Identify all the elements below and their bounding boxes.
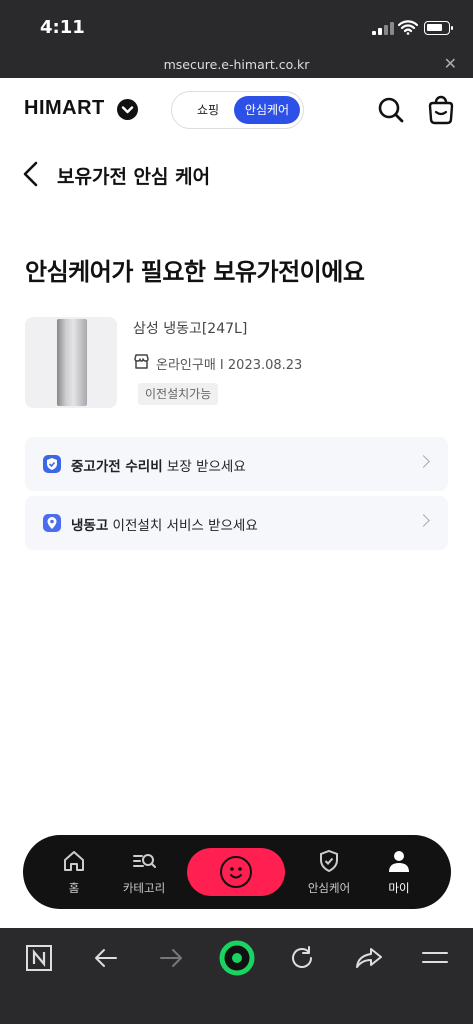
logo-chevron-icon[interactable] [117,99,138,120]
chevron-right-icon [417,455,430,468]
back-arrow-icon[interactable] [20,160,42,188]
tab-shopping[interactable]: 쇼핑 [182,101,234,118]
shield-check-icon [43,455,61,473]
nav-label: 마이 [388,881,410,895]
search-icon[interactable] [377,96,405,124]
status-bar: 4:11 [0,0,473,50]
center-care-button[interactable] [187,848,285,896]
category-search-icon [133,854,156,868]
share-icon[interactable] [354,944,384,972]
green-dot-icon[interactable] [219,940,255,976]
mode-toggle: 쇼핑 안심케어 [171,91,304,129]
battery-icon [424,21,453,35]
relocation-service-card[interactable]: 냉동고 이전설치 서비스 받으세요 [25,496,448,550]
purchase-info: 온라인구매 I 2023.08.23 [156,358,303,373]
back-icon[interactable] [92,944,120,972]
product-name: 삼성 냉동고[247L] [133,321,248,337]
freezer-image [57,319,87,406]
menu-icon[interactable] [421,944,449,972]
url-text: msecure.e-himart.co.kr [163,57,310,72]
cart-bag-icon[interactable] [427,95,455,125]
smile-face-icon [220,856,252,888]
app-root: 4:11 msecure.e-himart.co.kr ✕ HIMART 쇼핑 … [0,0,473,1024]
wifi-icon [398,20,418,35]
forward-icon [160,949,182,967]
nav-safe-care[interactable]: 안심케어 [294,849,364,896]
nav-my[interactable]: 마이 [364,849,434,896]
url-bar[interactable]: msecure.e-himart.co.kr ✕ [0,50,473,78]
chevron-right-icon [417,514,430,527]
refresh-icon[interactable] [288,944,316,972]
naver-n-icon[interactable] [25,944,53,972]
relocation-tag: 이전설치가능 [138,383,219,405]
site-header: HIMART 쇼핑 안심케어 [0,78,473,142]
nav-label: 카테고리 [122,881,166,895]
nav-category[interactable]: 카테고리 [109,849,179,896]
shield-icon [320,849,338,873]
clock: 4:11 [40,17,85,38]
himart-logo[interactable]: HIMART [24,97,105,120]
nav-label: 안심케어 [307,881,351,895]
section-headline: 안심케어가 필요한 보유가전이에요 [25,258,365,286]
card-text: 냉동고 이전설치 서비스 받으세요 [71,518,258,534]
bottom-nav: 홈 카테고리 안심케어 마이 [23,835,451,909]
repair-coverage-card[interactable]: 중고가전 수리비 보장 받으세요 [25,437,448,491]
signal-icon [372,22,394,35]
home-icon [64,851,84,871]
tab-safe-care[interactable]: 안심케어 [234,96,300,124]
store-icon [134,354,149,369]
person-icon [389,851,409,872]
close-icon[interactable]: ✕ [444,54,457,73]
location-pin-icon [43,514,61,532]
nav-label: 홈 [68,881,80,895]
browser-toolbar [0,928,473,1024]
page-title: 보유가전 안심 케어 [57,166,211,188]
nav-home[interactable]: 홈 [39,849,109,896]
card-text: 중고가전 수리비 보장 받으세요 [71,459,246,475]
